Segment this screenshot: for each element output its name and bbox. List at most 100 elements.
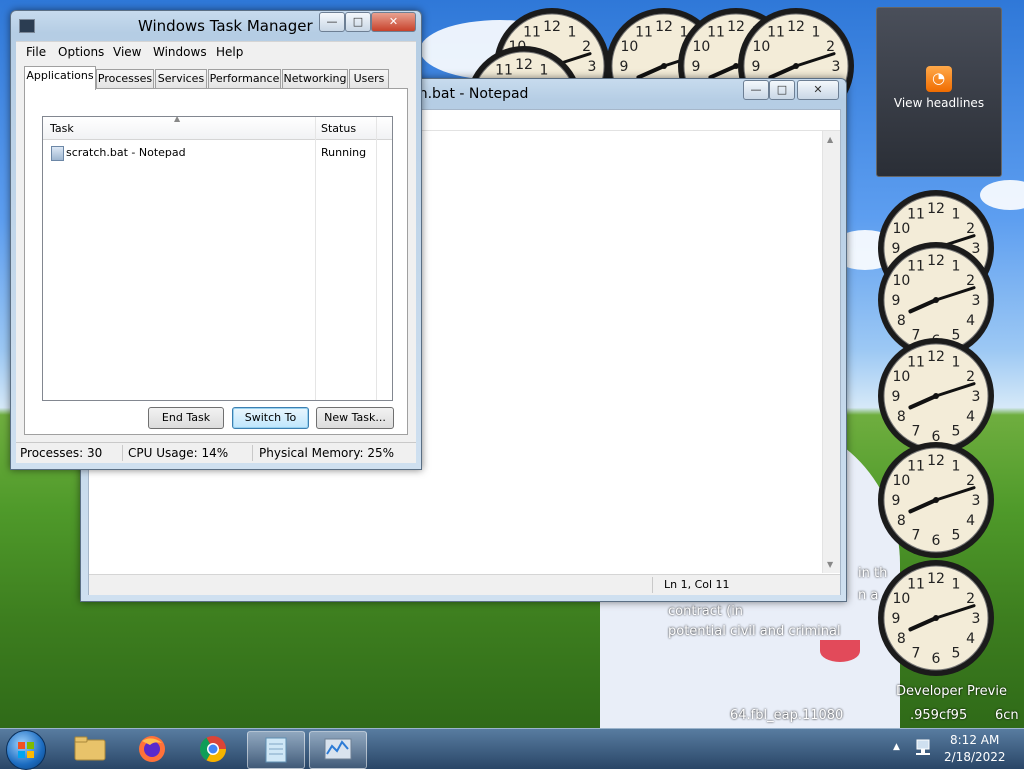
menu-view[interactable]: View xyxy=(113,45,141,59)
maximize-button[interactable]: □ xyxy=(345,12,371,32)
vertical-scrollbar[interactable]: ▲ ▼ xyxy=(822,131,840,573)
applications-panel: Task ▲ Status scratch.bat - Notepad Runn… xyxy=(24,88,408,435)
start-button[interactable] xyxy=(6,730,46,770)
svg-text:12: 12 xyxy=(927,349,945,365)
svg-text:8: 8 xyxy=(897,409,906,425)
menu-options[interactable]: Options xyxy=(58,45,104,59)
show-hidden-icons-icon[interactable]: ▲ xyxy=(893,742,900,752)
svg-text:11: 11 xyxy=(907,206,925,222)
svg-text:3: 3 xyxy=(972,611,981,627)
svg-text:9: 9 xyxy=(620,59,629,75)
column-header-task[interactable]: Task xyxy=(50,122,74,135)
wallpaper-text: potential civil and criminal xyxy=(668,624,841,639)
svg-text:8: 8 xyxy=(897,513,906,529)
svg-text:9: 9 xyxy=(892,493,901,509)
svg-text:3: 3 xyxy=(588,59,597,75)
svg-text:10: 10 xyxy=(620,39,638,55)
svg-text:5: 5 xyxy=(952,528,961,544)
svg-text:1: 1 xyxy=(952,258,961,274)
horizontal-scrollbar[interactable] xyxy=(89,554,840,574)
task-manager-window[interactable]: Windows Task Manager — □ ✕ File Options … xyxy=(10,10,422,470)
minimize-button[interactable]: — xyxy=(319,12,345,32)
notepad-status-bar: Ln 1, Col 11 xyxy=(89,574,840,595)
svg-text:12: 12 xyxy=(515,57,533,73)
task-list[interactable]: Task ▲ Status scratch.bat - Notepad Runn… xyxy=(42,114,393,401)
taskbar-date[interactable]: 2/18/2022 xyxy=(944,750,1006,764)
wallpaper-text: 6cn xyxy=(995,708,1019,723)
svg-text:7: 7 xyxy=(912,424,921,440)
svg-text:1: 1 xyxy=(540,62,549,78)
folder-icon xyxy=(74,736,106,761)
clock-face-icon: 123456789101112 xyxy=(878,338,994,454)
clock-face-icon: 123456789101112 xyxy=(878,560,994,676)
chrome-icon xyxy=(199,736,227,763)
network-icon[interactable] xyxy=(914,738,932,758)
taskbar: ▲ 8:12 AM 2/18/2022 xyxy=(0,728,1024,770)
status-separator xyxy=(122,445,123,461)
svg-text:12: 12 xyxy=(543,19,561,35)
tab-applications[interactable]: Applications xyxy=(24,66,96,90)
svg-text:11: 11 xyxy=(907,258,925,274)
new-task-button[interactable]: New Task... xyxy=(316,407,394,429)
sort-ascending-icon: ▲ xyxy=(174,114,181,123)
notepad-taskbar-icon xyxy=(265,737,287,763)
scroll-up-icon[interactable]: ▲ xyxy=(827,135,833,144)
clock-gadget[interactable]: 123456789101112 xyxy=(876,336,996,456)
status-separator xyxy=(252,445,253,461)
tab-services[interactable]: Services xyxy=(155,69,207,88)
cursor-position: Ln 1, Col 11 xyxy=(664,578,730,591)
svg-text:11: 11 xyxy=(523,24,541,40)
svg-text:1: 1 xyxy=(568,24,577,40)
svg-text:9: 9 xyxy=(692,59,701,75)
column-header-status[interactable]: Status xyxy=(321,122,356,135)
view-headlines-link[interactable]: View headlines xyxy=(877,96,1001,110)
svg-text:11: 11 xyxy=(767,24,785,40)
svg-text:8: 8 xyxy=(897,631,906,647)
menu-file[interactable]: File xyxy=(26,45,46,59)
explorer-taskbar-button[interactable] xyxy=(62,731,118,767)
svg-text:11: 11 xyxy=(907,576,925,592)
svg-text:11: 11 xyxy=(707,24,725,40)
svg-text:1: 1 xyxy=(812,24,821,40)
task-list-header: Task ▲ Status xyxy=(43,114,392,140)
svg-text:6: 6 xyxy=(932,651,941,667)
task-manager-taskbar-button[interactable] xyxy=(309,731,367,769)
svg-text:7: 7 xyxy=(912,646,921,662)
clock-gadget[interactable]: 123456789101112 xyxy=(876,440,996,560)
wallpaper-text: .959cf95 xyxy=(910,708,968,723)
tab-users[interactable]: Users xyxy=(349,69,389,88)
column-separator xyxy=(376,117,377,400)
close-button[interactable]: ✕ xyxy=(371,12,416,32)
end-task-button[interactable]: End Task xyxy=(148,407,224,429)
task-name: scratch.bat - Notepad xyxy=(66,146,186,159)
svg-text:4: 4 xyxy=(966,409,975,425)
menu-bar: File Options View Windows Help xyxy=(16,41,416,62)
maximize-button[interactable]: □ xyxy=(769,80,795,100)
switch-to-button[interactable]: Switch To xyxy=(232,407,309,429)
menu-windows[interactable]: Windows xyxy=(153,45,207,59)
tab-performance[interactable]: Performance xyxy=(208,69,281,88)
menu-help[interactable]: Help xyxy=(216,45,243,59)
svg-text:12: 12 xyxy=(927,201,945,217)
wallpaper-text: 64.fbl_eap.11080 xyxy=(730,708,844,723)
close-button[interactable]: ✕ xyxy=(797,80,839,100)
chrome-taskbar-button[interactable] xyxy=(185,731,241,767)
taskbar-time[interactable]: 8:12 AM xyxy=(950,733,999,747)
task-manager-taskbar-icon xyxy=(324,738,352,760)
headlines-gadget[interactable]: ◔ View headlines xyxy=(876,7,1002,177)
minimize-button[interactable]: — xyxy=(743,80,769,100)
clock-face-icon: 123456789101112 xyxy=(878,442,994,558)
svg-text:3: 3 xyxy=(972,493,981,509)
svg-text:1: 1 xyxy=(952,576,961,592)
tab-networking[interactable]: Networking xyxy=(282,69,348,88)
tab-processes[interactable]: Processes xyxy=(96,69,154,88)
svg-text:12: 12 xyxy=(927,571,945,587)
task-manager-body: Applications Processes Services Performa… xyxy=(16,62,416,442)
firefox-taskbar-button[interactable] xyxy=(124,731,180,767)
svg-text:11: 11 xyxy=(635,24,653,40)
column-separator xyxy=(315,117,316,400)
svg-text:1: 1 xyxy=(952,458,961,474)
notepad-taskbar-button[interactable] xyxy=(247,731,305,769)
wallpaper-text: contract (in xyxy=(668,604,744,619)
clock-gadget[interactable]: 123456789101112 xyxy=(876,558,996,678)
